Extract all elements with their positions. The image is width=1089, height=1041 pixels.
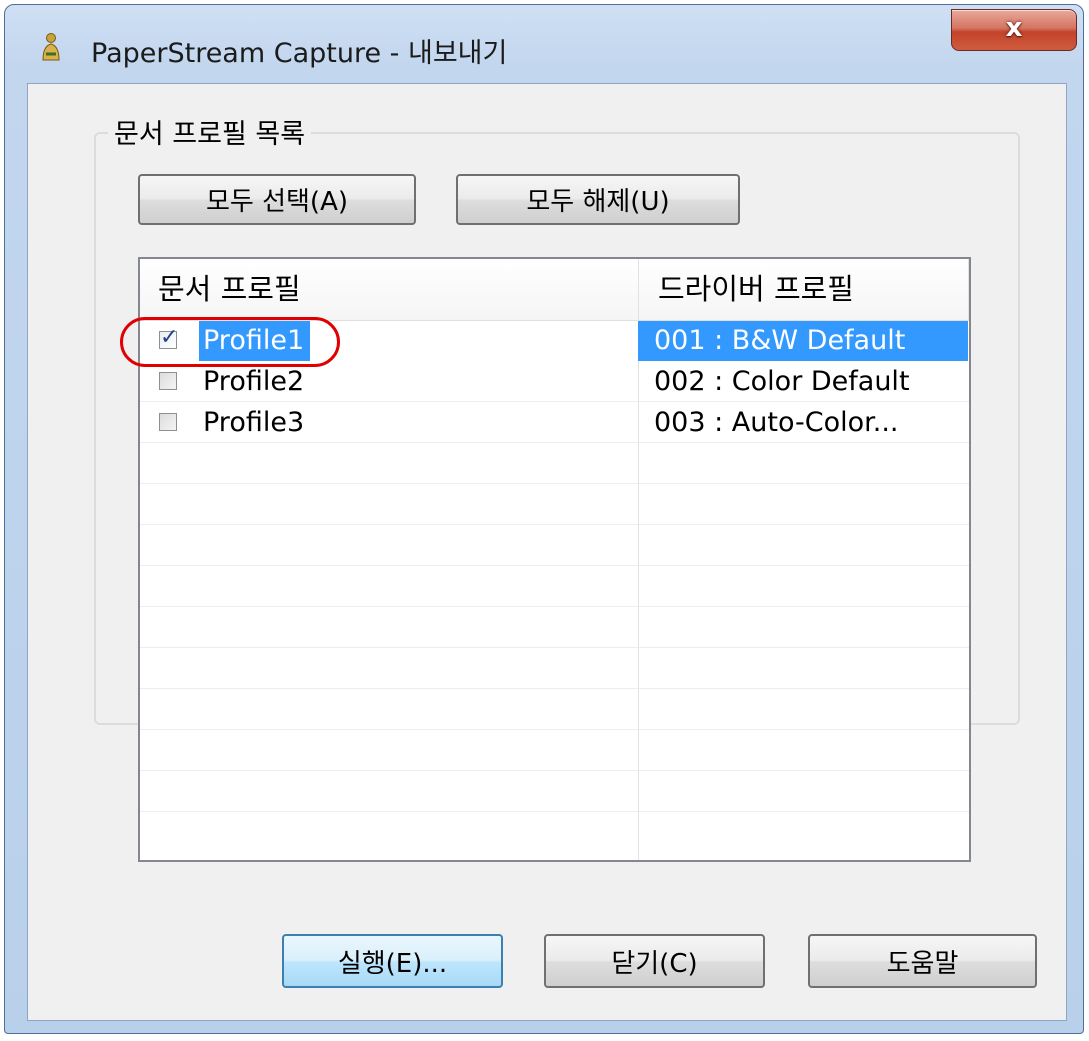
profile-checkbox[interactable] (159, 413, 177, 431)
row-gridline (140, 647, 969, 648)
title-bar[interactable]: PaperStream Capture - 내보내기 x (5, 5, 1083, 85)
close-icon: x (1005, 13, 1023, 43)
group-label: 문서 프로필 목록 (108, 112, 312, 151)
export-dialog-window: PaperStream Capture - 내보내기 x 문서 프로필 목록 모… (4, 4, 1084, 1034)
select-all-button[interactable]: 모두 선택(A) (138, 174, 416, 225)
profile-name: Profile3 (203, 407, 305, 438)
row-gridline (140, 688, 969, 689)
deselect-all-button[interactable]: 모두 해제(U) (456, 174, 740, 225)
column-header-document-profile[interactable]: 문서 프로필 (158, 259, 301, 320)
row-gridline (140, 483, 969, 484)
profile-checkbox[interactable] (159, 372, 177, 390)
profile-row[interactable]: Profile2 002 : Color Default (140, 362, 969, 403)
driver-profile: 003 : Auto-Color... (654, 407, 899, 438)
column-separator[interactable] (638, 259, 639, 320)
driver-profile: 001 : B&W Default (638, 321, 968, 361)
close-button[interactable]: 닫기(C) (544, 934, 765, 988)
profile-name: Profile2 (203, 366, 305, 397)
row-gridline (140, 565, 969, 566)
row-gridline (140, 729, 969, 730)
row-gridline (140, 770, 969, 771)
close-window-button[interactable]: x (951, 9, 1077, 51)
list-header: 문서 프로필 드라이버 프로필 (140, 259, 969, 321)
paperstream-app-icon (42, 33, 60, 61)
row-gridline (140, 524, 969, 525)
row-gridline (140, 606, 969, 607)
window-title: PaperStream Capture - 내보내기 (91, 38, 508, 69)
dialog-client-area: 문서 프로필 목록 모두 선택(A) 모두 해제(U) 문서 프로필 드라이버 … (27, 83, 1067, 1021)
column-header-driver-profile[interactable]: 드라이버 프로필 (658, 259, 854, 320)
driver-profile: 002 : Color Default (654, 366, 910, 397)
column-separator[interactable] (968, 259, 969, 320)
run-button[interactable]: 실행(E)... (282, 934, 503, 988)
profile-row[interactable]: Profile3 003 : Auto-Color... (140, 403, 969, 444)
help-button[interactable]: 도움말 (808, 934, 1037, 988)
row-gridline (140, 811, 969, 812)
callout-highlight-ring (120, 317, 340, 367)
